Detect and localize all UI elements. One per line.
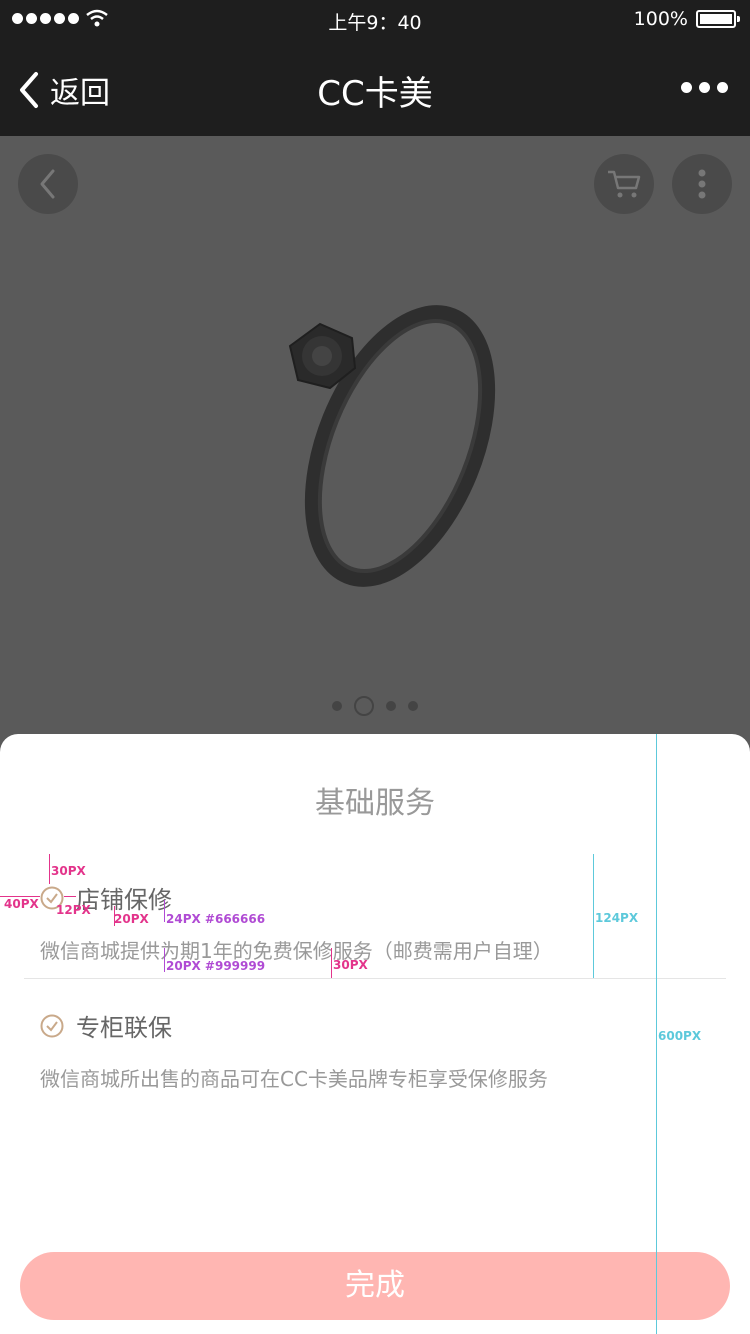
battery-percent: 100% <box>633 8 688 30</box>
back-circle-button[interactable] <box>18 154 78 214</box>
carousel-dot[interactable] <box>332 701 342 711</box>
spec-line <box>49 854 50 884</box>
product-image-area <box>0 136 750 736</box>
spec-label-24: 24PX #666666 <box>166 912 266 926</box>
spec-label-600: 600PX <box>658 1029 702 1043</box>
spec-label-20-gray: 20PX #999999 <box>166 959 266 973</box>
vertical-dots-icon <box>698 169 706 199</box>
divider <box>24 978 726 979</box>
service-description: 微信商城所出售的商品可在CC卡美品牌专柜享受保修服务 <box>40 1067 548 1091</box>
carousel-dot[interactable] <box>386 701 396 711</box>
spec-label-124: 124PX <box>595 911 639 925</box>
spec-label-40: 40PX <box>4 897 39 911</box>
done-button[interactable]: 完成 <box>20 1252 730 1320</box>
spec-line <box>331 948 332 978</box>
carousel-dot[interactable] <box>408 701 418 711</box>
spec-line <box>593 854 594 978</box>
service-name: 专柜联保 <box>76 1014 172 1042</box>
spec-line <box>164 900 165 922</box>
check-circle-icon <box>40 1014 64 1037</box>
service-sheet: 基础服务 店铺保修 微信商城提供为期1年的免费保修服务（邮费需用户自理） 专柜联… <box>0 734 750 1334</box>
service-item[interactable]: 专柜联保 微信商城所出售的商品可在CC卡美品牌专柜享受保修服务 <box>40 1008 548 1092</box>
more-circle-button[interactable] <box>672 154 732 214</box>
ring-image <box>288 305 496 587</box>
more-icon[interactable] <box>681 82 728 93</box>
service-description: 微信商城提供为期1年的免费保修服务（邮费需用户自理） <box>40 939 553 963</box>
spec-label-20: 20PX <box>114 912 149 926</box>
spec-line <box>64 896 76 897</box>
spec-line <box>656 734 657 1334</box>
battery: 100% <box>633 8 740 30</box>
battery-icon <box>696 10 740 28</box>
spec-line <box>164 948 165 972</box>
cart-button[interactable] <box>594 154 654 214</box>
carousel-dot-active[interactable] <box>354 696 374 716</box>
nav-bar: 返回 CC卡美 <box>0 40 750 136</box>
spec-label-30-top: 30PX <box>51 864 86 878</box>
page-title: CC卡美 <box>317 74 433 114</box>
carousel-dots <box>0 696 750 716</box>
cart-icon <box>608 170 641 198</box>
sheet-title: 基础服务 <box>315 786 435 821</box>
spec-label-12: 12PX <box>56 903 91 917</box>
chevron-left-icon <box>40 169 55 199</box>
spec-label-30-bottom: 30PX <box>333 958 368 972</box>
status-bar: 上午9：40 100% <box>0 0 750 40</box>
